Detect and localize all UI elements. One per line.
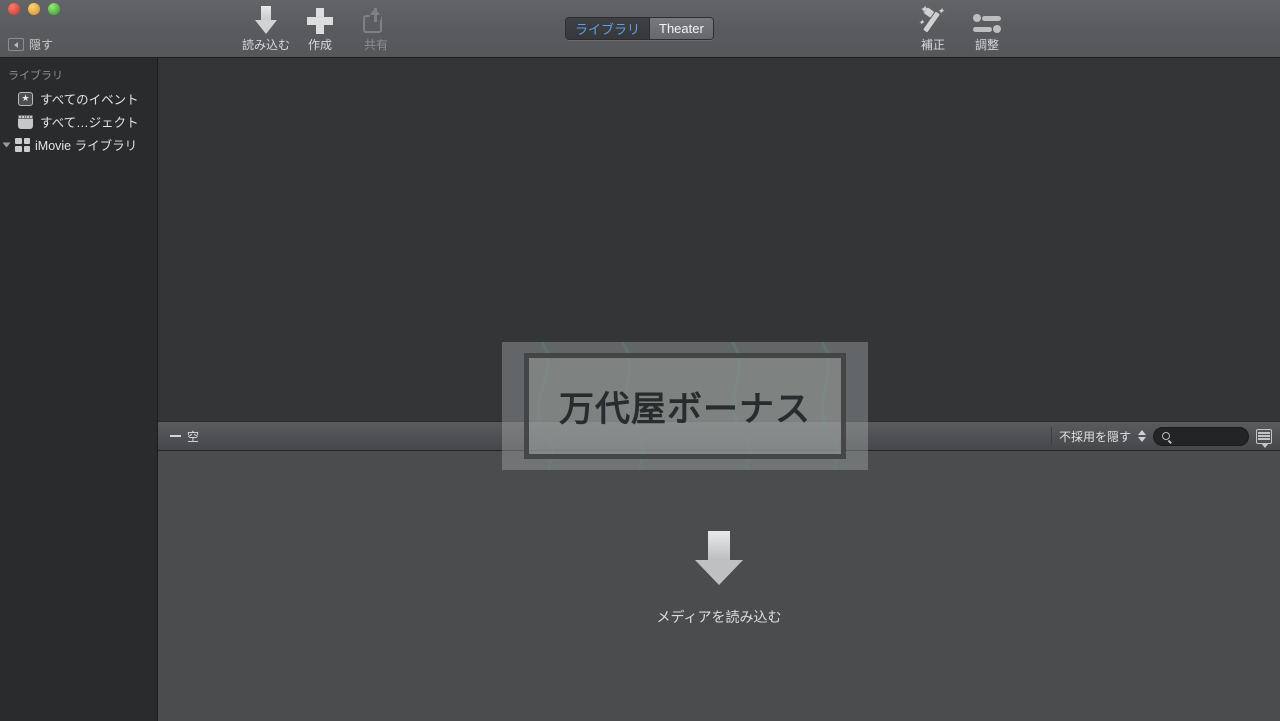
overlay-frame: 万代屋ボーナス (524, 353, 846, 459)
sidebar-item-label: すべて…ジェクト (40, 116, 139, 130)
minimize-button[interactable] (28, 3, 40, 15)
grid-icon (15, 137, 30, 152)
sidebar-item-all-events[interactable]: ★ すべてのイベント (0, 87, 157, 110)
tab-theater[interactable]: Theater (650, 18, 713, 39)
dash-icon (170, 435, 181, 437)
close-button[interactable] (8, 3, 20, 15)
overlay-title: 万代屋ボーナス (558, 389, 811, 430)
sidebar-toggle-icon (8, 38, 24, 51)
adjust-button[interactable]: 調整 (951, 4, 1023, 53)
hide-sidebar-label: 隠す (29, 38, 54, 52)
adjust-label: 調整 (974, 38, 999, 52)
sidebar-header: ライブラリ (8, 70, 63, 82)
filter-label[interactable]: 不採用を隠す (1059, 428, 1131, 445)
search-input[interactable] (1175, 430, 1235, 442)
view-segmented-control[interactable]: ライブラリ Theater (565, 17, 714, 40)
share-button[interactable]: 共有 (340, 4, 412, 53)
import-media-label: メディアを読み込む (656, 609, 782, 625)
sidebar: ライブラリ ★ すべてのイベント すべて…ジェクト iMovie ライブラリ (0, 58, 158, 721)
search-icon (1162, 432, 1170, 440)
chevron-down-icon[interactable] (2, 142, 11, 147)
hide-sidebar-button[interactable]: 隠す (8, 36, 53, 53)
share-label: 共有 (363, 38, 388, 52)
create-label: 作成 (307, 38, 332, 52)
share-icon (363, 4, 389, 34)
traffic-lights (8, 3, 60, 15)
arrow-down-icon (695, 531, 743, 585)
toolbar: 隠す 読み込む 作成 共有 ライブラリ Theater ✦ ✦ ✦ 補正 調整 (0, 0, 1280, 58)
separator (1050, 427, 1052, 445)
sidebar-item-label: iMovie ライブラリ (35, 139, 138, 153)
imovie-window: 隠す 読み込む 作成 共有 ライブラリ Theater ✦ ✦ ✦ 補正 調整 … (0, 0, 1280, 721)
star-icon: ★ (18, 91, 33, 106)
filmstrip-icon[interactable] (1256, 428, 1272, 448)
media-browser[interactable]: メディアを読み込む (158, 451, 1280, 721)
filter-stepper[interactable] (1138, 430, 1146, 442)
arrow-down-icon (251, 4, 281, 34)
tab-library[interactable]: ライブラリ (566, 18, 651, 39)
sidebar-item-label: すべてのイベント (40, 93, 139, 107)
drag-overlay: 万代屋ボーナス (502, 342, 868, 470)
magic-wand-icon: ✦ ✦ ✦ (918, 4, 948, 34)
sidebar-item-all-projects[interactable]: すべて…ジェクト (0, 110, 157, 133)
sliders-icon (973, 4, 1001, 34)
sidebar-item-imovie-library[interactable]: iMovie ライブラリ (0, 133, 157, 156)
zoom-button[interactable] (48, 3, 60, 15)
film-icon (18, 114, 33, 129)
event-status: 空 (158, 428, 199, 445)
search-field[interactable] (1153, 426, 1249, 446)
browser-tools: 不採用を隠す (1050, 426, 1280, 448)
plus-icon (307, 4, 333, 34)
event-status-label: 空 (187, 429, 200, 444)
import-media-placeholder[interactable]: メディアを読み込む (656, 531, 782, 627)
enhance-label: 補正 (920, 38, 945, 52)
import-label: 読み込む (241, 38, 290, 52)
